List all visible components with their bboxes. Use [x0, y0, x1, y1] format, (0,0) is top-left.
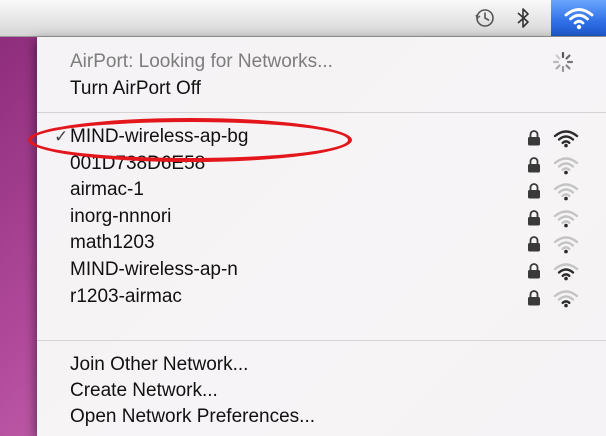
desktop-background: AirPort: Looking for Networks... Turn Ai… [0, 0, 606, 436]
wifi-signal-icon [553, 181, 579, 206]
wifi-signal-icon [553, 155, 579, 180]
network-item[interactable]: math1203 [37, 230, 606, 256]
create-network-label: Create Network... [70, 380, 218, 401]
network-item[interactable]: MIND-wireless-ap-n [37, 257, 606, 283]
airport-status-item: AirPort: Looking for Networks... [37, 49, 606, 75]
join-other-network-item[interactable]: Join Other Network... [37, 352, 606, 378]
wifi-icon[interactable] [551, 0, 606, 36]
network-name: math1203 [70, 232, 155, 254]
menu-separator [37, 112, 606, 113]
menu-bar [0, 0, 606, 37]
wifi-signal-icon [553, 261, 579, 286]
wifi-signal-icon [553, 128, 579, 153]
join-other-network-label: Join Other Network... [70, 354, 249, 375]
loading-spinner-icon [552, 51, 574, 78]
network-name: 001D738D6E58 [70, 152, 206, 174]
open-network-preferences-item[interactable]: Open Network Preferences... [37, 404, 606, 430]
wifi-signal-icon [553, 288, 579, 313]
lock-icon [527, 236, 541, 257]
network-name: MIND-wireless-ap-n [70, 259, 238, 280]
network-item[interactable]: r1203-airmac [37, 284, 606, 310]
time-machine-icon[interactable] [470, 0, 500, 36]
network-item[interactable]: 001D738D6E58 [37, 151, 606, 177]
network-item[interactable]: ✓ MIND-wireless-ap-bg [37, 124, 606, 150]
lock-icon [527, 263, 541, 284]
network-name: inorg-nnnori [70, 205, 172, 227]
lock-icon [527, 156, 541, 178]
network-name: MIND-wireless-ap-bg [70, 126, 249, 147]
open-network-preferences-label: Open Network Preferences... [70, 406, 315, 427]
airport-menu: AirPort: Looking for Networks... Turn Ai… [37, 37, 606, 436]
lock-icon [527, 183, 541, 204]
turn-airport-off-label: Turn AirPort Off [70, 78, 201, 99]
network-name: airmac-1 [70, 179, 144, 201]
menu-separator [37, 340, 606, 341]
network-item[interactable]: inorg-nnnori [37, 204, 606, 230]
lock-icon [527, 130, 541, 151]
network-item[interactable]: airmac-1 [37, 177, 606, 203]
airport-status-text: AirPort: Looking for Networks... [70, 51, 333, 72]
create-network-item[interactable]: Create Network... [37, 378, 606, 404]
bluetooth-icon[interactable] [510, 0, 536, 36]
lock-icon [527, 289, 541, 311]
checkmark-icon: ✓ [54, 127, 69, 146]
turn-airport-off-item[interactable]: Turn AirPort Off [37, 76, 606, 102]
network-name: r1203-airmac [70, 285, 182, 307]
wifi-signal-icon [553, 234, 579, 259]
wifi-signal-icon [553, 208, 579, 233]
lock-icon [527, 209, 541, 231]
